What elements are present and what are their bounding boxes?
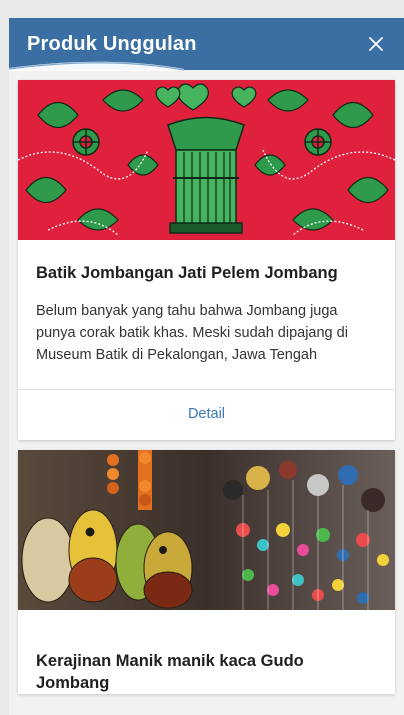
detail-button[interactable]: Detail bbox=[188, 406, 225, 422]
modal-title: Produk Unggulan bbox=[27, 32, 197, 55]
modal-window: Produk Unggulan Batik Jombangan Jati Pel… bbox=[9, 18, 404, 715]
modal-header: Produk Unggulan bbox=[9, 18, 404, 71]
product-card: Kerajinan Manik manik kaca Gudo Jombang bbox=[18, 450, 395, 694]
product-description: Belum banyak yang tahu bahwa Jombang jug… bbox=[36, 303, 348, 363]
product-image-beads bbox=[18, 450, 395, 610]
product-list: Batik Jombangan Jati Pelem Jombang Belum… bbox=[9, 70, 404, 715]
product-title: Kerajinan Manik manik kaca Gudo Jombang bbox=[36, 652, 304, 692]
product-image-batik bbox=[18, 80, 395, 240]
close-icon bbox=[369, 37, 383, 51]
product-card: Batik Jombangan Jati Pelem Jombang Belum… bbox=[18, 80, 395, 440]
product-title: Batik Jombangan Jati Pelem Jombang bbox=[36, 264, 338, 282]
close-button[interactable] bbox=[362, 30, 390, 58]
card-actions: Detail bbox=[18, 390, 395, 440]
